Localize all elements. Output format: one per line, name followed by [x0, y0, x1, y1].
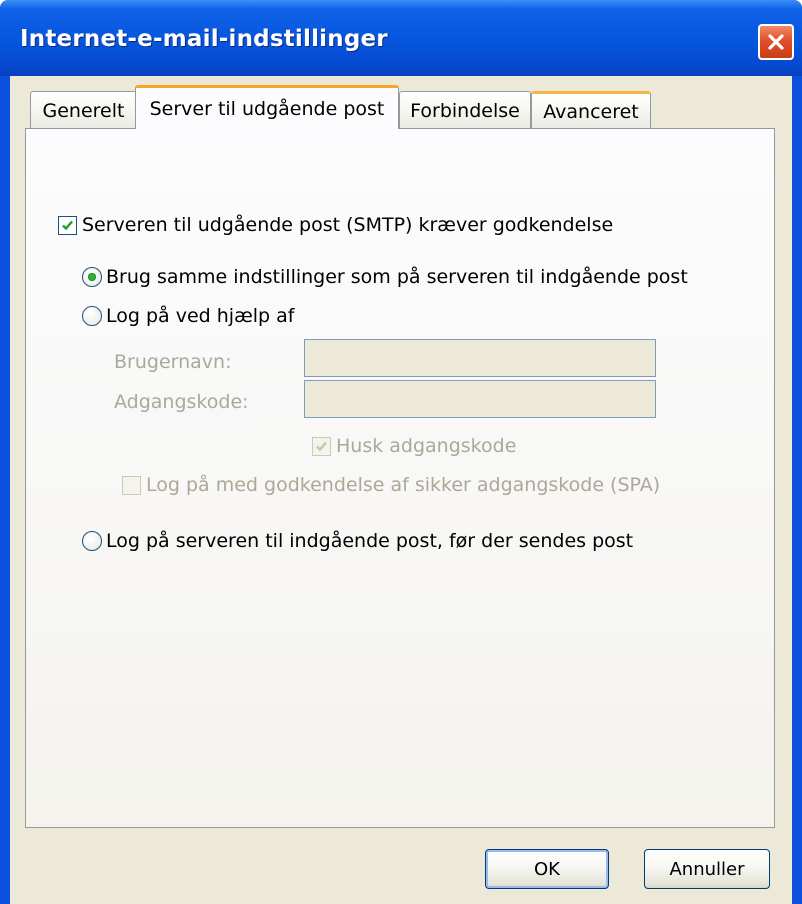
tab-server-til-udgaaende-post[interactable]: Server til udgående post — [135, 85, 399, 129]
password-label: Adgangskode: — [114, 391, 249, 413]
radio-selected-dot — [88, 273, 96, 281]
password-input[interactable] — [305, 381, 655, 417]
remember-password-option[interactable]: Husk adgangskode — [312, 435, 516, 457]
spa-option[interactable]: Log på med godkendelse af sikker adgangs… — [122, 474, 660, 496]
tab-label: Server til udgående post — [149, 97, 385, 120]
tab-avanceret[interactable]: Avanceret — [531, 91, 651, 129]
remember-password-label: Husk adgangskode — [336, 435, 517, 457]
ok-button[interactable]: OK — [485, 849, 609, 889]
log-on-incoming-radio[interactable] — [82, 531, 102, 551]
password-field[interactable] — [304, 380, 656, 418]
checkmark-icon — [62, 220, 73, 230]
tab-forbindelse[interactable]: Forbindelse — [399, 91, 531, 129]
log-on-using-label: Log på ved hjælp af — [106, 305, 295, 327]
same-settings-option[interactable]: Brug samme indstillinger som på serveren… — [82, 266, 688, 288]
dialog-window: Internet-e-mail-indstillinger Generelt S… — [0, 0, 802, 904]
cancel-button[interactable]: Annuller — [644, 849, 770, 889]
window-title: Internet-e-mail-indstillinger — [20, 26, 388, 52]
smtp-auth-label: Serveren til udgående post (SMTP) kræver… — [82, 214, 614, 236]
close-button[interactable] — [758, 24, 794, 60]
tab-label: Generelt — [42, 99, 125, 122]
checkmark-icon — [316, 441, 327, 451]
tab-panel-outgoing-server: Serveren til udgående post (SMTP) kræver… — [25, 128, 775, 828]
username-label: Brugernavn: — [114, 351, 232, 373]
same-settings-radio[interactable] — [82, 267, 102, 287]
same-settings-label: Brug samme indstillinger som på serveren… — [106, 266, 688, 288]
spa-label: Log på med godkendelse af sikker adgangs… — [146, 474, 661, 496]
log-on-using-radio[interactable] — [82, 306, 102, 326]
close-icon — [768, 34, 784, 50]
log-on-incoming-option[interactable]: Log på serveren til indgående post, før … — [82, 530, 633, 552]
tab-generelt[interactable]: Generelt — [30, 91, 137, 129]
username-field[interactable] — [304, 339, 656, 377]
log-on-using-option[interactable]: Log på ved hjælp af — [82, 305, 294, 327]
smtp-auth-checkbox[interactable] — [58, 215, 77, 235]
smtp-auth-option[interactable]: Serveren til udgående post (SMTP) kræver… — [58, 214, 613, 236]
remember-password-checkbox[interactable] — [312, 436, 331, 456]
spa-checkbox[interactable] — [122, 475, 141, 495]
title-bar[interactable]: Internet-e-mail-indstillinger — [0, 0, 802, 76]
dialog-client-area: Generelt Server til udgående post Forbin… — [10, 76, 792, 904]
tab-label: Avanceret — [543, 100, 639, 123]
username-input[interactable] — [305, 340, 655, 376]
tab-label: Forbindelse — [410, 99, 520, 122]
log-on-incoming-label: Log på serveren til indgående post, før … — [106, 530, 634, 552]
